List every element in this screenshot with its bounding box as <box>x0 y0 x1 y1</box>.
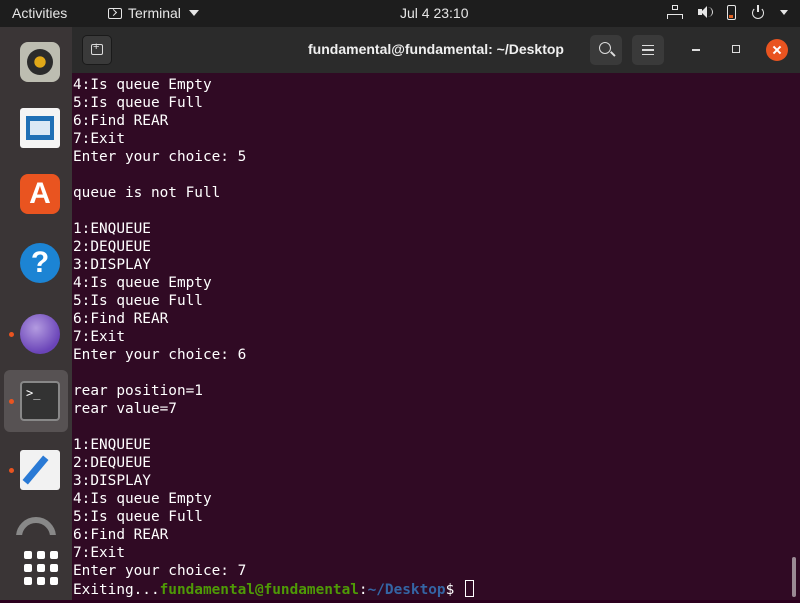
ubuntu-software-icon: A <box>20 174 60 214</box>
terminal-line: 3:DISPLAY <box>73 257 151 273</box>
terminal-line: Enter your choice: 6 <box>73 347 247 363</box>
terminal-line: 1:ENQUEUE <box>73 437 151 453</box>
terminal-line: 4:Is queue Empty <box>73 275 212 291</box>
dock-item-help[interactable]: ? <box>4 232 68 294</box>
dock-item-software[interactable]: A <box>4 163 68 225</box>
chevron-down-icon[interactable] <box>780 9 788 15</box>
browser-icon <box>20 314 60 354</box>
menu-button[interactable] <box>632 35 664 65</box>
terminal-line: 5:Is queue Full <box>73 509 203 525</box>
prompt-dollar: $ <box>445 582 463 598</box>
top-bar: Activities Terminal Jul 4 23:10 <box>0 0 800 27</box>
window-titlebar[interactable]: fundamental@fundamental: ~/Desktop <box>72 27 800 73</box>
terminal-line: rear value=7 <box>73 401 177 417</box>
network-icon[interactable] <box>667 4 683 20</box>
terminal-line: 6:Find REAR <box>73 113 169 129</box>
terminal-line: Enter your choice: 5 <box>73 149 247 165</box>
terminal-line: 6:Find REAR <box>73 527 169 543</box>
terminal-line: 7:Exit <box>73 131 125 147</box>
libreoffice-writer-icon <box>20 108 60 148</box>
dock-item-terminal[interactable]: >_ <box>4 370 68 432</box>
dock-item-browser[interactable] <box>4 303 68 365</box>
text-cursor <box>464 580 474 597</box>
show-applications-button[interactable] <box>4 541 68 603</box>
maximize-button[interactable] <box>732 45 740 53</box>
dock-item-writer[interactable] <box>4 97 68 159</box>
prompt-user-host: fundamental@fundamental <box>159 582 359 598</box>
exit-message: Exiting... <box>73 582 160 598</box>
terminal-output[interactable]: 4:Is queue Empty 5:Is queue Full 6:Find … <box>72 73 800 600</box>
app-menu[interactable]: Terminal <box>108 5 199 21</box>
scrollbar[interactable] <box>792 557 796 597</box>
dock-item-partial[interactable] <box>16 515 56 535</box>
running-indicator <box>9 468 14 473</box>
help-icon: ? <box>20 243 60 283</box>
terminal-line: 4:Is queue Empty <box>73 77 212 93</box>
volume-icon[interactable] <box>697 4 713 20</box>
terminal-line: rear position=1 <box>73 383 203 399</box>
terminal-prompt-line[interactable]: Exiting...fundamental@fundamental:~/Desk… <box>73 580 474 598</box>
terminal-line: 1:ENQUEUE <box>73 221 151 237</box>
terminal-line: 2:DEQUEUE <box>73 455 151 471</box>
running-indicator <box>9 399 14 404</box>
terminal-line: 5:Is queue Full <box>73 95 203 111</box>
terminal-app-icon <box>108 7 122 19</box>
prompt-colon: : <box>358 582 368 598</box>
search-button[interactable] <box>590 35 622 65</box>
activities-button[interactable]: Activities <box>12 5 67 21</box>
window-title: fundamental@fundamental: ~/Desktop <box>308 41 564 57</box>
power-icon[interactable] <box>750 4 766 20</box>
terminal-line: 7:Exit <box>73 545 125 561</box>
text-editor-icon <box>20 450 60 490</box>
show-apps-icon <box>24 551 58 585</box>
terminal-line: Enter your choice: 7 <box>73 563 247 579</box>
terminal-line: 4:Is queue Empty <box>73 491 212 507</box>
terminal-line: queue is not Full <box>73 185 221 201</box>
running-indicator <box>9 332 14 337</box>
terminal-line: 6:Find REAR <box>73 311 169 327</box>
dock-item-text-editor[interactable] <box>4 439 68 501</box>
system-tray[interactable] <box>667 4 788 20</box>
close-button[interactable] <box>766 39 788 61</box>
terminal-icon: >_ <box>20 381 60 421</box>
terminal-line: 3:DISPLAY <box>73 473 151 489</box>
app-menu-label: Terminal <box>128 5 181 21</box>
chevron-down-icon <box>188 10 199 16</box>
minimize-button[interactable] <box>692 49 700 51</box>
dock-item-rhythmbox[interactable] <box>4 31 68 93</box>
terminal-line: 5:Is queue Full <box>73 293 203 309</box>
clock[interactable]: Jul 4 23:10 <box>400 5 469 21</box>
terminal-line: 2:DEQUEUE <box>73 239 151 255</box>
terminal-line: 7:Exit <box>73 329 125 345</box>
battery-icon[interactable] <box>727 4 736 20</box>
dock: A ? >_ <box>0 27 72 600</box>
rhythmbox-icon <box>20 42 60 82</box>
prompt-path: ~/Desktop <box>367 582 446 598</box>
